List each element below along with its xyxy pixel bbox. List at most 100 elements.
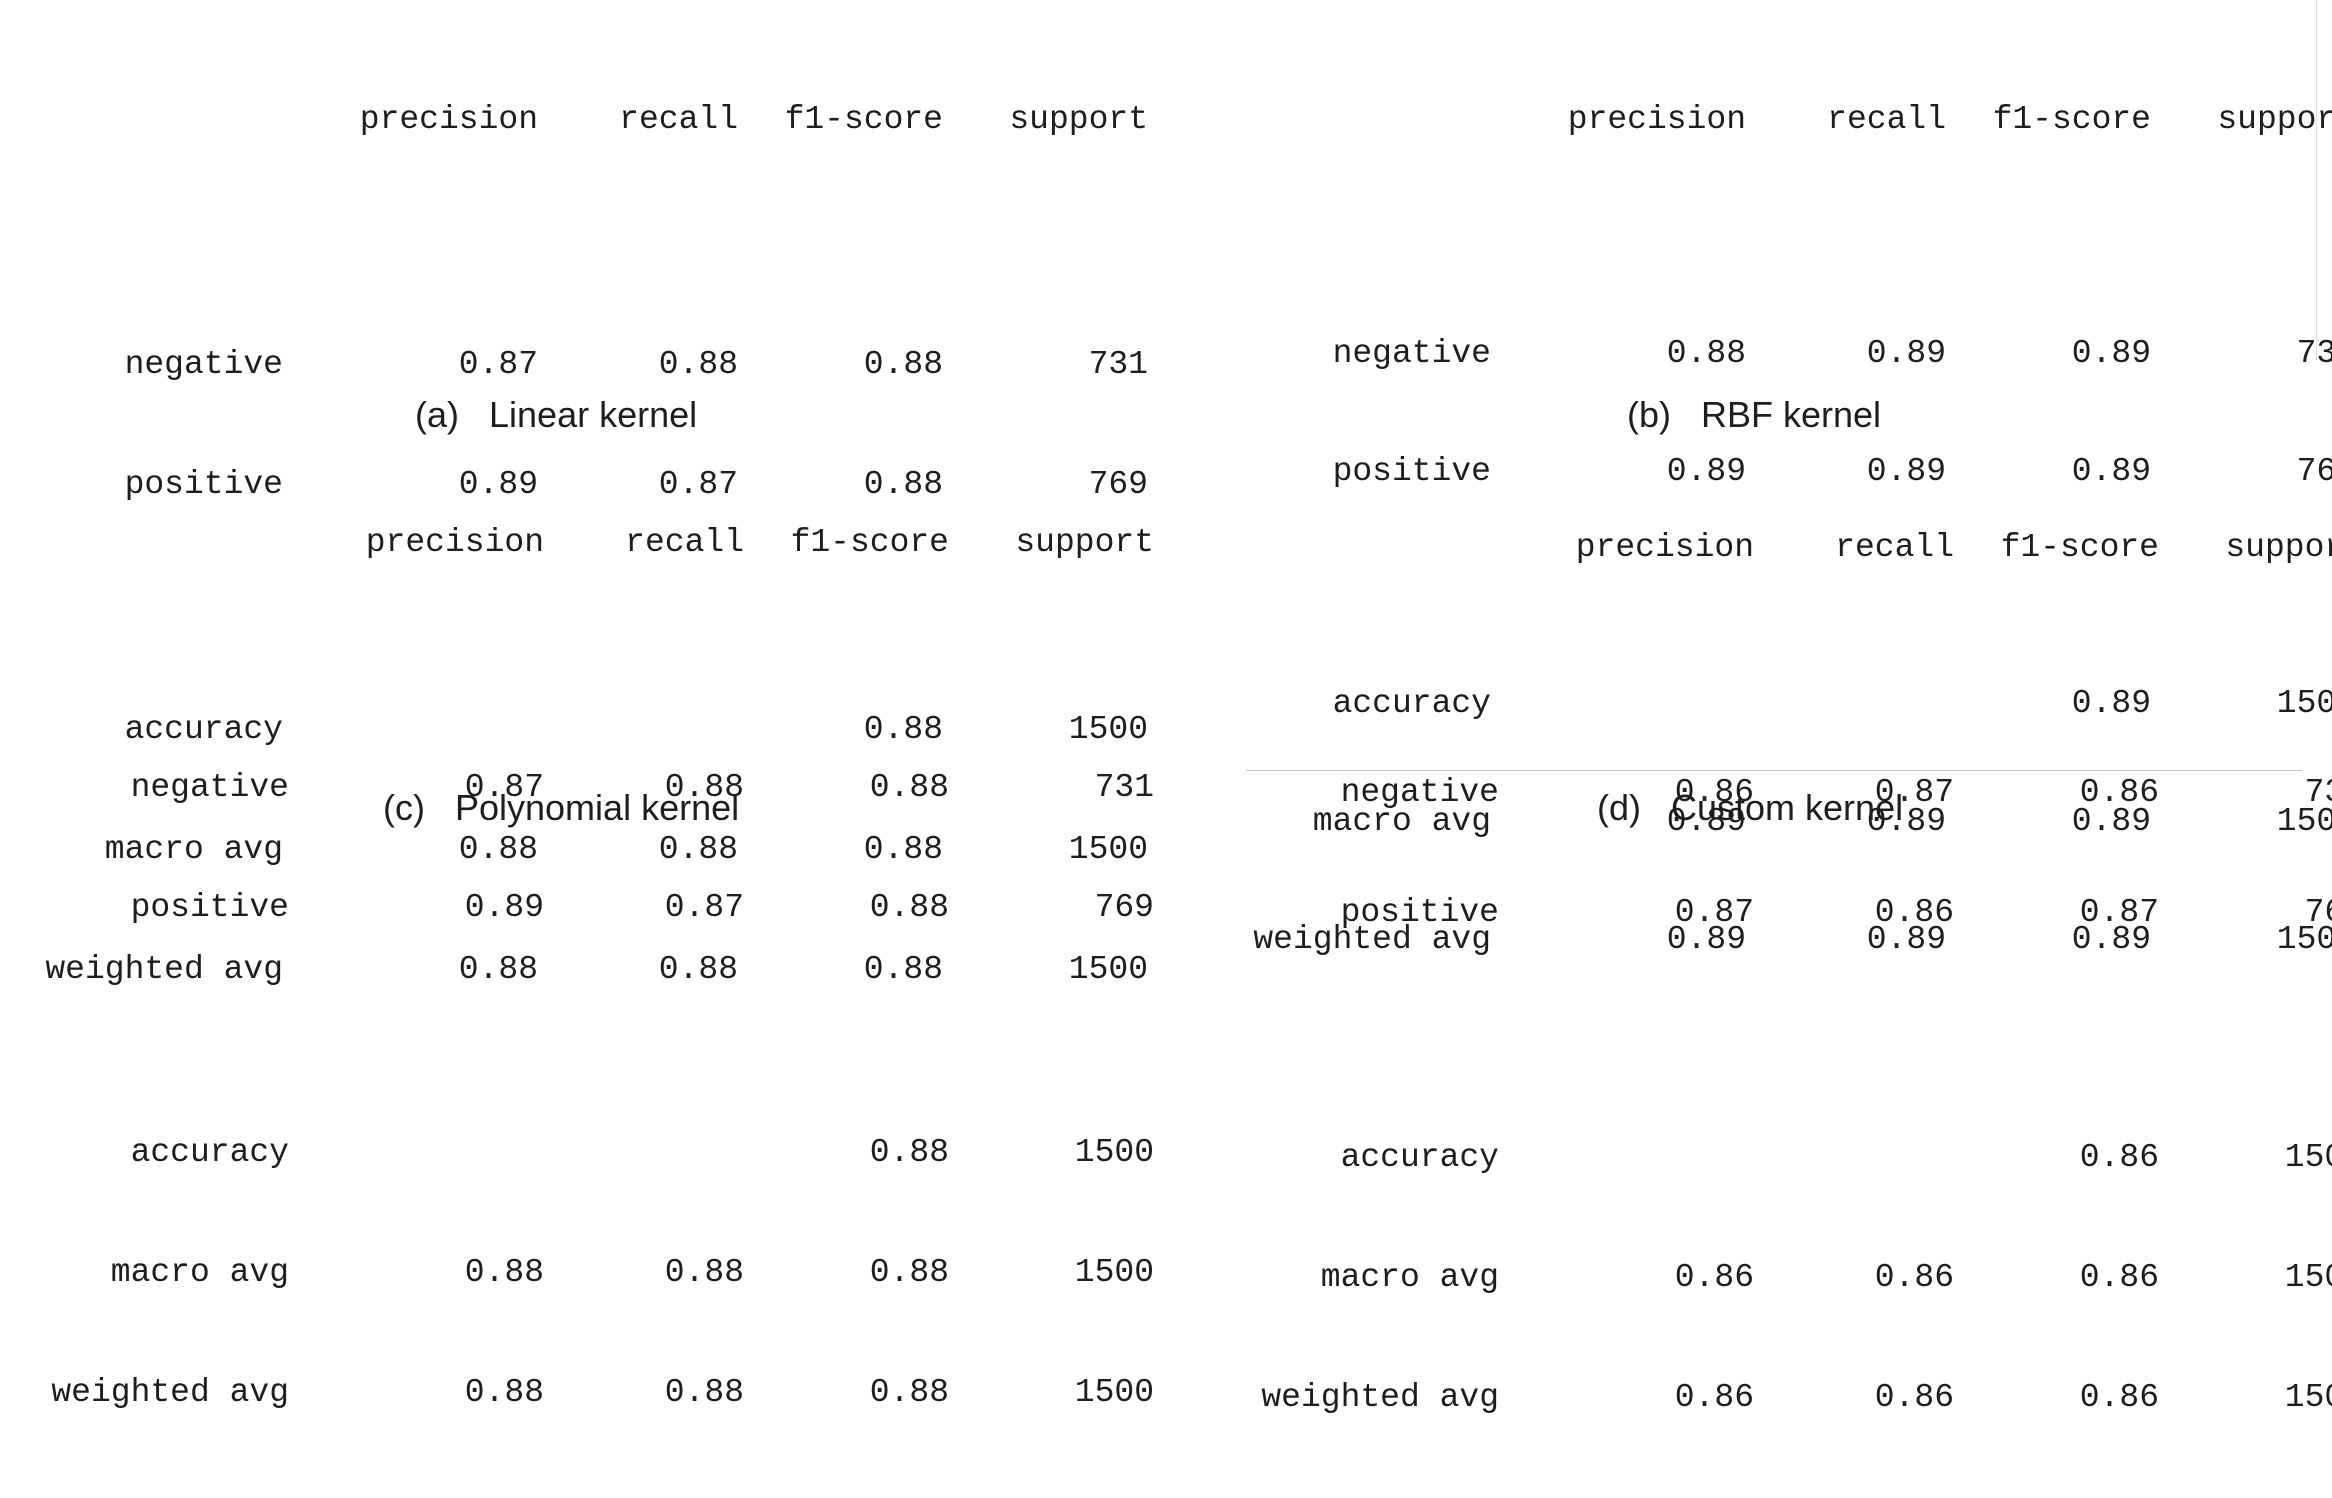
cell-f1: 0.88 xyxy=(869,1374,949,1411)
cell-support: 731 xyxy=(2304,774,2332,811)
cell-f1: 0.89 xyxy=(2071,335,2151,372)
cell-f1: 0.88 xyxy=(869,1254,949,1291)
header-f1-score: f1-score xyxy=(784,101,943,138)
cell-f1: 0.86 xyxy=(2079,1259,2159,1296)
header-support: support xyxy=(2217,101,2332,138)
caption-tag: (d) xyxy=(1597,787,1641,828)
classification-table: precision recall f1-score support negati… xyxy=(34,443,1154,1493)
row-label: weighted avg xyxy=(51,1374,289,1411)
cell-precision xyxy=(289,1133,544,1173)
header-f1-score: f1-score xyxy=(2000,529,2159,566)
header-f1-score: f1-score xyxy=(1992,101,2151,138)
cell-recall: 0.86 xyxy=(1874,1259,1954,1296)
row-label: negative xyxy=(130,769,289,806)
row-label: negative xyxy=(1332,335,1491,372)
cell-f1: 0.88 xyxy=(869,889,949,926)
cell-support: 1500 xyxy=(2284,1379,2332,1416)
cell-recall: 0.86 xyxy=(1874,894,1954,931)
cell-support: 1500 xyxy=(2284,1139,2332,1176)
classification-table: precision recall f1-score support negati… xyxy=(1244,448,2332,1498)
cell-recall: 0.88 xyxy=(664,1254,744,1291)
divider-line xyxy=(2316,0,2317,360)
table-row: negative 0.88 0.89 0.89 731 xyxy=(1236,334,2332,372)
header-recall: recall xyxy=(1827,101,1946,138)
cell-precision: 0.88 xyxy=(464,1254,544,1291)
header-f1-score: f1-score xyxy=(790,524,949,561)
cell-recall: 0.86 xyxy=(1874,1379,1954,1416)
cell-f1: 0.88 xyxy=(863,346,943,383)
cell-recall: 0.89 xyxy=(1866,335,1946,372)
row-label: negative xyxy=(1340,774,1499,811)
header-precision: precision xyxy=(1567,101,1746,138)
panel-caption: (d) Custom kernel xyxy=(1597,787,1903,829)
cell-precision: 0.87 xyxy=(458,346,538,383)
report-rbf-kernel: precision recall f1-score support negati… xyxy=(1166,0,2332,958)
cell-recall xyxy=(1754,1138,1954,1178)
report-polynomial-kernel: precision recall f1-score support negati… xyxy=(0,423,1166,1411)
cell-f1: 0.88 xyxy=(869,1134,949,1171)
cell-recall: 0.88 xyxy=(664,1374,744,1411)
header-row: precision recall f1-score support xyxy=(28,100,1148,140)
cell-support: 1500 xyxy=(1074,1254,1154,1291)
header-recall: recall xyxy=(619,101,738,138)
cell-recall: 0.87 xyxy=(664,889,744,926)
cell-support: 731 xyxy=(1094,769,1154,806)
row-label: macro avg xyxy=(110,1254,289,1291)
cell-precision: 0.86 xyxy=(1674,1379,1754,1416)
table-row: negative 0.87 0.88 0.88 731 xyxy=(28,345,1148,385)
table-row: positive 0.89 0.87 0.88 769 xyxy=(34,888,1154,928)
header-row: precision recall f1-score support xyxy=(1236,100,2332,140)
header-row: precision recall f1-score support xyxy=(1244,528,2332,568)
cell-precision: 0.89 xyxy=(464,889,544,926)
table-row: weighted avg 0.88 0.88 0.88 1500 xyxy=(34,1373,1154,1413)
cell-support: 769 xyxy=(2304,894,2332,931)
row-label: macro avg xyxy=(1320,1259,1499,1296)
caption-text: Polynomial kernel xyxy=(454,787,740,828)
caption-tag: (c) xyxy=(383,787,425,828)
header-precision: precision xyxy=(365,524,544,561)
caption-text: Custom kernel xyxy=(1671,787,1904,828)
row-label: positive xyxy=(1340,894,1499,931)
cell-f1: 0.87 xyxy=(2079,894,2159,931)
divider-line xyxy=(1246,770,2302,771)
cell-f1: 0.86 xyxy=(2079,1139,2159,1176)
panel-caption: (c) Polynomial kernel xyxy=(383,787,739,829)
table-row: weighted avg 0.86 0.86 0.86 1500 xyxy=(1244,1378,2332,1418)
table-row: macro avg 0.86 0.86 0.86 1500 xyxy=(1244,1258,2332,1298)
cell-f1: 0.86 xyxy=(2079,1379,2159,1416)
cell-f1: 0.86 xyxy=(2079,774,2159,811)
cell-f1: 0.88 xyxy=(869,769,949,806)
cell-precision: 0.86 xyxy=(1674,1259,1754,1296)
cell-support: 769 xyxy=(1094,889,1154,926)
header-recall: recall xyxy=(625,524,744,561)
cell-support: 1500 xyxy=(1074,1374,1154,1411)
row-label: accuracy xyxy=(1340,1139,1499,1176)
cell-precision: 0.88 xyxy=(1666,335,1746,372)
cell-recall: 0.88 xyxy=(658,346,738,383)
report-linear-kernel: precision recall f1-score support negati… xyxy=(0,0,1166,988)
row-label: negative xyxy=(124,346,283,383)
header-precision: precision xyxy=(1575,529,1754,566)
header-support: support xyxy=(1015,524,1154,561)
table-row: accuracy 0.88 1500 xyxy=(34,1133,1154,1173)
cell-recall xyxy=(544,1133,744,1173)
table-row: positive 0.87 0.86 0.87 769 xyxy=(1244,893,2332,933)
row-label: weighted avg xyxy=(1261,1379,1499,1416)
header-row: precision recall f1-score support xyxy=(34,523,1154,563)
header-recall: recall xyxy=(1835,529,1954,566)
header-support: support xyxy=(1009,101,1148,138)
cell-support: 731 xyxy=(1088,346,1148,383)
row-label: accuracy xyxy=(130,1134,289,1171)
table-row: accuracy 0.86 1500 xyxy=(1244,1138,2332,1178)
table-row: macro avg 0.88 0.88 0.88 1500 xyxy=(34,1253,1154,1293)
cell-support: 1500 xyxy=(2284,1259,2332,1296)
cell-precision: 0.88 xyxy=(464,1374,544,1411)
cell-support: 731 xyxy=(2296,335,2332,372)
cell-precision xyxy=(1499,1138,1754,1178)
header-precision: precision xyxy=(359,101,538,138)
cell-support: 1500 xyxy=(1074,1134,1154,1171)
header-support: support xyxy=(2225,529,2332,566)
report-custom-kernel: precision recall f1-score support negati… xyxy=(1166,423,2332,1416)
row-label: positive xyxy=(130,889,289,926)
cell-precision: 0.87 xyxy=(1674,894,1754,931)
